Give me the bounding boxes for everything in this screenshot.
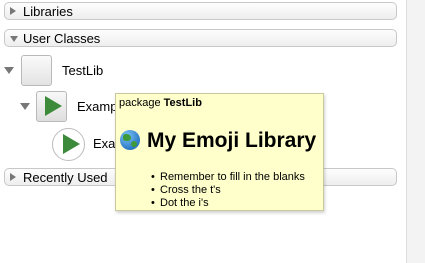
vertical-scrollbar[interactable] (406, 0, 425, 263)
tooltip-package-prefix: package (119, 97, 161, 109)
disclosure-collapsed-icon[interactable] (10, 7, 16, 15)
library-package-icon[interactable] (21, 55, 52, 86)
tooltip-package-name: TestLib (163, 97, 202, 109)
tooltip-title: My Emoji Library (120, 129, 316, 153)
play-icon (63, 134, 80, 154)
recently-used-section-label: Recently Used (23, 170, 108, 185)
libraries-section-label: Libraries (23, 4, 73, 19)
class-node-label: Examp (77, 99, 118, 114)
class-icon[interactable] (36, 91, 67, 122)
disclosure-expanded-icon[interactable] (10, 36, 18, 42)
user-classes-section-header[interactable]: User Classes (4, 29, 397, 47)
package-tooltip: package TestLib My Emoji Library Remembe… (115, 93, 324, 211)
user-classes-section-label: User Classes (23, 31, 101, 46)
list-item: Remember to fill in the blanks (151, 171, 305, 184)
class-expanded-icon[interactable] (20, 103, 30, 110)
tooltip-package-line: package TestLib (119, 97, 202, 110)
library-node-label: TestLib (62, 63, 104, 78)
tooltip-bullet-list: Remember to fill in the blanks Cross the… (151, 171, 305, 210)
libraries-section-header[interactable]: Libraries (4, 2, 397, 20)
globe-icon (120, 130, 140, 150)
play-icon (45, 96, 62, 116)
tooltip-title-text: My Emoji Library (147, 129, 317, 152)
disclosure-collapsed-icon[interactable] (10, 173, 16, 181)
library-expanded-icon[interactable] (4, 67, 14, 74)
list-item: Dot the i's (151, 197, 305, 210)
list-item: Cross the t's (151, 184, 305, 197)
instance-icon[interactable] (52, 128, 85, 161)
